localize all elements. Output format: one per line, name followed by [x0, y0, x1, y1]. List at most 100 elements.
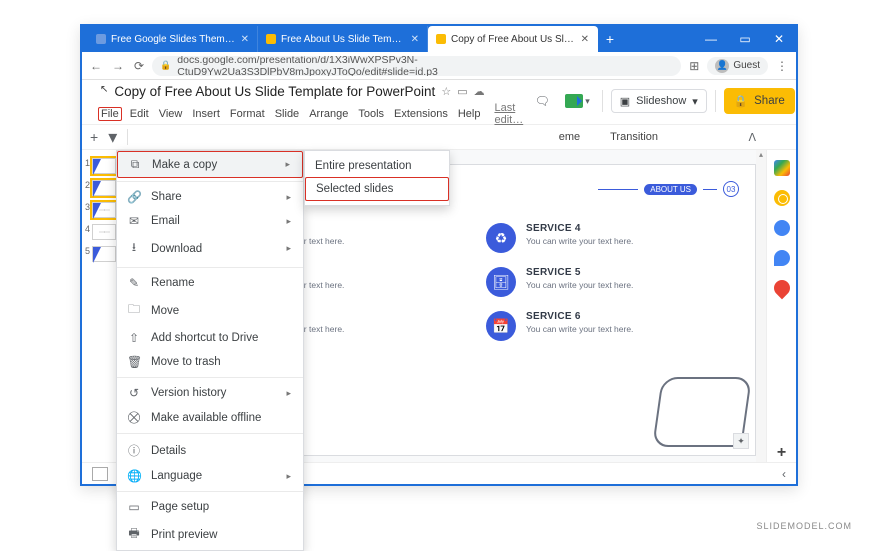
- browser-tab-active[interactable]: Copy of Free About Us Slide Tem ✕: [428, 26, 598, 52]
- toolbar-theme-label[interactable]: eme: [559, 131, 580, 143]
- toolbar-overflow-icon[interactable]: ᐱ: [748, 131, 756, 144]
- calendar-app-icon[interactable]: [774, 160, 790, 176]
- menu-offline[interactable]: ⛒Make available offline: [117, 405, 303, 430]
- menu-details[interactable]: ⓘDetails: [117, 437, 303, 464]
- shortcut-icon: ⇧: [127, 331, 141, 345]
- slideshow-button[interactable]: ▣ Slideshow ▾: [611, 89, 707, 113]
- recycle-icon: ♻: [486, 223, 516, 253]
- tab-close-icon[interactable]: ✕: [411, 34, 419, 45]
- menu-rename[interactable]: ✎Rename: [117, 271, 303, 295]
- nav-reload-icon[interactable]: ⟳: [134, 59, 144, 73]
- browser-tab[interactable]: Free Google Slides Themes - Slid ✕: [88, 26, 258, 52]
- side-panel: +: [766, 150, 796, 462]
- play-icon: ▣: [620, 95, 630, 108]
- menu-edit[interactable]: Edit: [130, 108, 149, 120]
- toolbar-transition-label[interactable]: Transition: [610, 131, 658, 143]
- meet-icon: [565, 94, 583, 108]
- toolbar: + ▾ eme Transition ᐱ: [82, 124, 796, 150]
- profile-button[interactable]: 👤 Guest: [707, 57, 768, 75]
- menu-file[interactable]: File: [98, 107, 122, 121]
- share-button[interactable]: 🔒 Share: [724, 88, 795, 114]
- window-close-button[interactable]: ✕: [762, 26, 796, 52]
- lock-icon: 🔒: [734, 94, 748, 108]
- menu-view[interactable]: View: [159, 108, 183, 120]
- menu-make-a-copy[interactable]: ⧉ Make a copy ▸: [117, 151, 303, 178]
- tab-close-icon[interactable]: ✕: [581, 34, 589, 45]
- nav-forward-icon[interactable]: →: [112, 59, 124, 73]
- menu-move[interactable]: 🗀Move: [117, 295, 303, 326]
- menu-email[interactable]: ✉Email▸: [117, 209, 303, 233]
- menu-language[interactable]: 🌐Language▸: [117, 464, 303, 488]
- app-header: ↖ Copy of Free About Us Slide Template f…: [82, 80, 796, 124]
- explore-button[interactable]: ✦: [733, 433, 749, 449]
- filmstrip-icon[interactable]: [92, 467, 108, 481]
- maps-app-icon[interactable]: [770, 277, 793, 300]
- menu-move-to-trash[interactable]: 🗑Move to trash: [117, 350, 303, 374]
- submenu-selected-slides[interactable]: Selected slides: [305, 177, 449, 201]
- menu-tools[interactable]: Tools: [358, 108, 384, 120]
- menu-insert[interactable]: Insert: [192, 108, 220, 120]
- browser-tab[interactable]: Free About Us Slide Template fo ✕: [258, 26, 428, 52]
- menu-version-history[interactable]: ↺Version history▸: [117, 381, 303, 405]
- folder-icon[interactable]: ▭: [457, 85, 467, 98]
- menu-add-shortcut[interactable]: ⇧Add shortcut to Drive: [117, 326, 303, 350]
- make-copy-submenu: Entire presentation Selected slides: [304, 150, 450, 206]
- chevron-down-icon[interactable]: ▾: [108, 132, 117, 142]
- status-chevron-icon[interactable]: ‹: [782, 467, 786, 481]
- tab-title: Free About Us Slide Template fo: [281, 34, 406, 45]
- contacts-app-icon[interactable]: [774, 250, 790, 266]
- menu-arrange[interactable]: Arrange: [309, 108, 348, 120]
- new-tab-button[interactable]: +: [598, 26, 622, 52]
- print-icon: 🖶: [127, 524, 141, 545]
- slide-thumb[interactable]: [92, 246, 116, 262]
- window-controls: — ▭ ✕: [694, 26, 796, 52]
- nav-back-icon[interactable]: ←: [90, 59, 102, 73]
- install-app-icon[interactable]: ⊞: [689, 59, 699, 73]
- menu-extensions[interactable]: Extensions: [394, 108, 448, 120]
- menu-slide[interactable]: Slide: [275, 108, 299, 120]
- keep-app-icon[interactable]: [774, 190, 790, 206]
- favicon-icon: [266, 34, 276, 44]
- document-title[interactable]: Copy of Free About Us Slide Template for…: [114, 84, 435, 99]
- globe-icon: 🌐: [127, 469, 141, 483]
- service-item: 🗄SERVICE 5You can write your text here.: [486, 267, 735, 297]
- slide-thumb[interactable]: [92, 158, 116, 174]
- tasks-app-icon[interactable]: [774, 220, 790, 236]
- menu-download[interactable]: ⭳Download▸: [117, 233, 303, 264]
- database-icon: 🗄: [486, 267, 516, 297]
- window-maximize-button[interactable]: ▭: [728, 26, 762, 52]
- download-icon: ⭳: [127, 238, 141, 259]
- url-input[interactable]: 🔒 docs.google.com/presentation/d/1X3iWwX…: [152, 56, 681, 76]
- trash-icon: 🗑: [127, 355, 141, 369]
- scrollbar[interactable]: ▴: [756, 150, 766, 462]
- calendar-icon: 📅: [486, 311, 516, 341]
- star-icon[interactable]: ☆: [441, 85, 451, 98]
- last-edit-link[interactable]: Last edit…: [494, 102, 523, 126]
- cloud-saved-icon: ☁: [474, 85, 485, 98]
- submenu-entire-presentation[interactable]: Entire presentation: [305, 155, 449, 177]
- add-addon-button[interactable]: +: [777, 444, 786, 462]
- mail-icon: ✉: [127, 214, 141, 228]
- new-slide-button[interactable]: +: [90, 129, 98, 145]
- window-minimize-button[interactable]: —: [694, 26, 728, 52]
- page-icon: ▭: [127, 500, 141, 514]
- watermark: SLIDEMODEL.COM: [756, 521, 852, 531]
- meet-button[interactable]: ▾: [561, 92, 594, 110]
- tab-close-icon[interactable]: ✕: [241, 34, 249, 45]
- browser-menu-icon[interactable]: ⋮: [776, 59, 788, 73]
- menu-page-setup[interactable]: ▭Page setup: [117, 495, 303, 519]
- slide-thumb[interactable]: [92, 224, 116, 240]
- service-item: 📅SERVICE 6You can write your text here.: [486, 311, 735, 341]
- favicon-icon: [436, 34, 446, 44]
- menu-share[interactable]: 🔗Share▸: [117, 185, 303, 209]
- info-icon: ⓘ: [127, 442, 141, 459]
- comments-icon[interactable]: 🗨: [531, 90, 553, 112]
- slide-thumb[interactable]: [92, 202, 116, 218]
- chevron-down-icon: ▾: [692, 95, 698, 108]
- tab-title: Free Google Slides Themes - Slid: [111, 34, 236, 45]
- menu-format[interactable]: Format: [230, 108, 265, 120]
- history-icon: ↺: [127, 386, 141, 400]
- slide-thumb[interactable]: [92, 180, 116, 196]
- menu-print-preview[interactable]: 🖶Print preview: [117, 519, 303, 550]
- menu-help[interactable]: Help: [458, 108, 481, 120]
